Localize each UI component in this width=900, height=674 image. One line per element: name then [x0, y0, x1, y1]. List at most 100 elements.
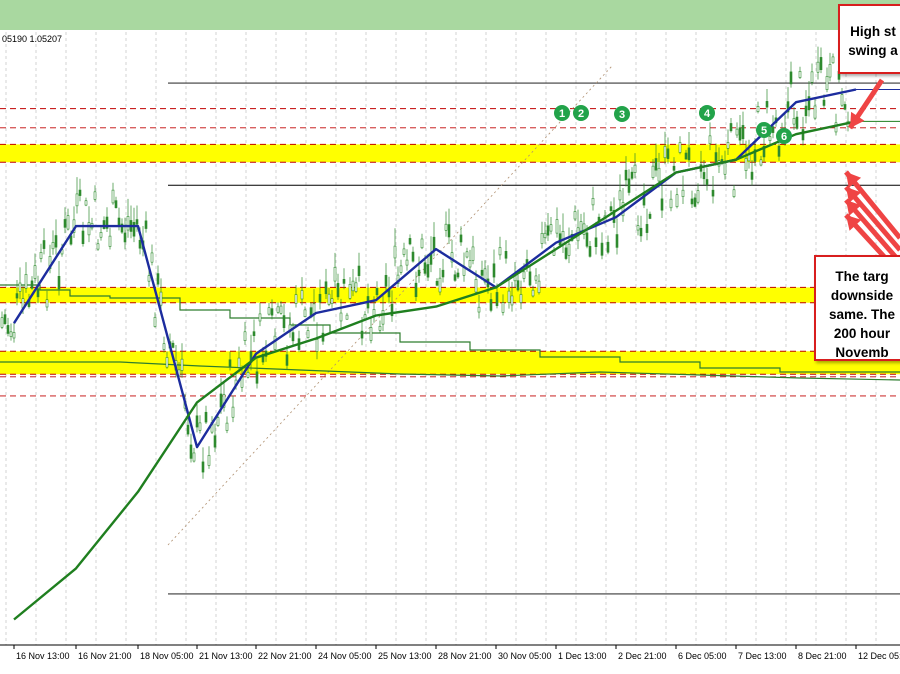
candle-body	[441, 269, 445, 278]
candle-body	[777, 145, 781, 157]
candle-body	[117, 217, 121, 227]
candle-body	[375, 287, 379, 296]
candle-body	[246, 372, 250, 378]
candle-body	[735, 128, 739, 136]
candle-body	[393, 245, 397, 259]
x-tick-label: 30 Nov 05:00	[498, 651, 552, 661]
candle-body	[267, 307, 271, 315]
candle-body	[339, 312, 343, 322]
candle-body	[624, 169, 628, 181]
candle-body	[654, 158, 658, 171]
candle-body	[231, 406, 235, 418]
candle-body	[405, 259, 409, 266]
candle-body	[216, 417, 220, 426]
candle-body	[423, 262, 427, 274]
candle-body	[798, 71, 802, 78]
candle-body	[657, 167, 661, 182]
x-tick-label: 18 Nov 05:00	[140, 651, 194, 661]
candle-body	[144, 220, 148, 229]
candle-body	[630, 171, 634, 179]
candle-body	[360, 330, 364, 339]
candle-body	[507, 290, 511, 303]
x-tick-label: 25 Nov 13:00	[378, 651, 432, 661]
candle-body	[615, 234, 619, 248]
candle-body	[558, 233, 562, 246]
candle-body	[519, 294, 523, 303]
yellow-zone-2	[0, 287, 900, 303]
candle-body	[369, 327, 373, 341]
candle-body	[465, 251, 469, 258]
candle-body	[687, 147, 691, 161]
candle-body	[522, 271, 526, 279]
candle-body	[189, 444, 193, 459]
candle-body	[681, 189, 685, 197]
x-tick-label: 16 Nov 21:00	[78, 651, 132, 661]
candle-body	[273, 335, 277, 350]
candle-body	[138, 240, 142, 249]
candle-body	[36, 288, 40, 298]
price-readout: 05190 1.05207	[2, 34, 63, 44]
candle-body	[702, 172, 706, 180]
candle-body	[528, 271, 532, 286]
candle-body	[3, 314, 7, 325]
candle-body	[333, 266, 337, 282]
candle-body	[153, 317, 157, 327]
candle-body	[252, 331, 256, 337]
candle-body	[255, 371, 259, 384]
x-tick-label: 24 Nov 05:00	[318, 651, 372, 661]
candle-body	[426, 264, 430, 278]
candle-body	[669, 198, 673, 209]
candle-body	[819, 57, 823, 70]
candle-body	[453, 274, 457, 281]
candle-body	[324, 281, 328, 295]
candle-body	[243, 331, 247, 341]
candle-body	[564, 247, 568, 259]
candle-body	[456, 272, 460, 278]
candle-body	[471, 246, 475, 261]
candle-body	[207, 455, 211, 466]
candle-body	[447, 224, 451, 238]
candle-body	[675, 194, 679, 208]
candle-body	[159, 291, 163, 306]
candle-body	[354, 282, 358, 292]
candle-body	[270, 308, 274, 316]
candle-body	[660, 198, 664, 211]
candle-body	[555, 219, 559, 234]
x-tick-label: 22 Nov 21:00	[258, 651, 312, 661]
candle-body	[828, 64, 832, 78]
candle-body	[531, 289, 535, 297]
candle-body	[684, 152, 688, 160]
candle-body	[87, 222, 91, 236]
candle-body	[741, 125, 745, 140]
candle-body	[123, 232, 127, 243]
candle-body	[186, 424, 190, 435]
candle-body	[414, 282, 418, 298]
candle-body	[504, 250, 508, 259]
marker-label-3: 3	[619, 109, 625, 121]
callout-downside-target: The targ downside same. The 200 hour Nov…	[814, 255, 900, 361]
candle-body	[588, 246, 592, 257]
candle-body	[318, 293, 322, 303]
candle-body	[342, 278, 346, 284]
candle-body	[534, 275, 538, 281]
candle-body	[57, 276, 61, 290]
candle-body	[594, 237, 598, 247]
candle-body	[81, 230, 85, 244]
candle-body	[609, 206, 613, 212]
callout-mid-line-3: same. The	[828, 307, 896, 322]
candle-body	[378, 325, 382, 331]
candle-body	[477, 306, 481, 313]
candle-body	[78, 189, 82, 196]
candle-body	[474, 279, 478, 293]
candle-body	[498, 247, 502, 256]
candle-body	[156, 273, 160, 285]
candle-body	[201, 461, 205, 473]
candle-body	[810, 71, 814, 83]
candle-body	[627, 178, 631, 193]
candle-body	[213, 435, 217, 448]
candle-body	[126, 216, 130, 231]
callout-mid-line-2: downside	[830, 288, 894, 303]
candle-body	[336, 283, 340, 298]
candle-body	[645, 224, 649, 233]
candle-body	[192, 452, 196, 462]
